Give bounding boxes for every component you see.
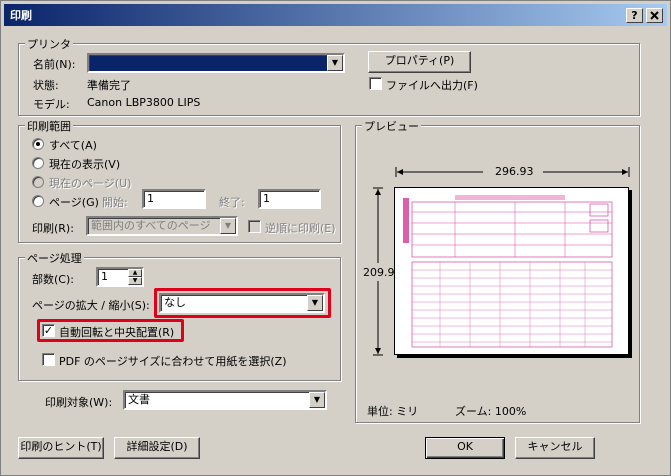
preview-legend: プレビュー [362,118,421,134]
auto-rotate-highlight [37,319,184,342]
status-value: 準備完了 [87,79,131,92]
radio-all[interactable] [32,138,44,150]
chevron-down-icon[interactable]: ▼ [309,392,325,408]
start-page-input[interactable]: 1 [142,189,206,209]
preview-height-value: 209.9 [363,266,395,279]
radio-all-label: すべて(A) [49,139,97,152]
print-subset-value: 範囲内のすべてのページ [91,219,211,232]
print-what-dropdown[interactable]: 文書 ▼ [123,390,327,410]
print-subset-label: 印刷(R): [32,222,74,235]
close-button[interactable] [646,8,663,23]
radio-current-page-label: 現在のページ(U) [49,177,132,190]
print-hint-button[interactable]: 印刷のヒント(T) [18,437,104,459]
chevron-down-icon[interactable]: ▼ [327,55,343,71]
spin-up-icon[interactable]: ▲ [128,269,142,277]
model-label: モデル: [33,98,70,111]
radio-pages[interactable] [32,195,44,207]
status-label: 状態: [33,79,59,92]
scaling-highlight [154,288,331,318]
form-thumbnail-image [403,195,613,348]
help-button[interactable]: ? [626,8,643,23]
print-what-value: 文書 [128,393,150,406]
chevron-down-icon: ▼ [220,218,236,234]
start-label: 開始: [102,196,128,209]
cancel-button[interactable]: キャンセル [515,437,595,459]
print-what-label: 印刷対象(W): [45,396,113,409]
title-bar[interactable]: 印刷 ? [4,4,667,26]
radio-current-view[interactable] [32,157,44,169]
radio-current-page [32,176,44,188]
model-value: Canon LBP3800 LIPS [87,96,201,109]
pdf-paper-size-label: PDF のページサイズに合わせて用紙を選択(Z) [59,355,287,368]
copies-spinner[interactable]: 1 ▲ ▼ [96,267,144,287]
radio-pages-label: ページ(G) [49,196,99,209]
radio-current-view-label: 現在の表示(V) [49,158,121,171]
ok-button[interactable]: OK [425,437,505,459]
page-handling-legend: ページ処理 [25,250,84,266]
end-page-input[interactable]: 1 [258,189,321,209]
pdf-paper-size-checkbox[interactable] [42,353,55,366]
end-label: 終了: [219,196,245,209]
reverse-order-checkbox [248,220,261,233]
preview-page-thumbnail [394,187,629,355]
print-range-legend: 印刷範囲 [25,118,73,134]
spin-down-icon[interactable]: ▼ [128,277,142,285]
print-subset-dropdown: 範囲内のすべてのページ ▼ [86,216,238,236]
units-label: 単位: ミリ [367,405,419,418]
copies-value: 1 [101,270,108,283]
close-icon [650,11,659,20]
printer-legend: プリンタ [25,36,73,52]
scaling-label: ページの拡大 / 縮小(S): [32,299,150,312]
print-to-file-label: ファイルへ出力(F) [386,79,478,92]
print-dialog: 印刷 ? プリンタ 名前(N): ▼ プロパティ(P) 状態: 準備完了 ファイ… [0,0,671,476]
properties-button[interactable]: プロパティ(P) [368,51,471,73]
printer-name-label: 名前(N): [33,58,76,71]
print-to-file-checkbox[interactable] [369,77,382,90]
reverse-order-label: 逆順に印刷(E) [265,222,336,235]
window-title: 印刷 [10,9,32,22]
printer-name-dropdown[interactable]: ▼ [87,53,345,73]
preview-width-value: 296.93 [495,165,534,178]
advanced-settings-button[interactable]: 詳細設定(D) [114,437,200,459]
copies-label: 部数(C): [32,273,74,286]
zoom-label: ズーム: 100% [455,405,527,418]
